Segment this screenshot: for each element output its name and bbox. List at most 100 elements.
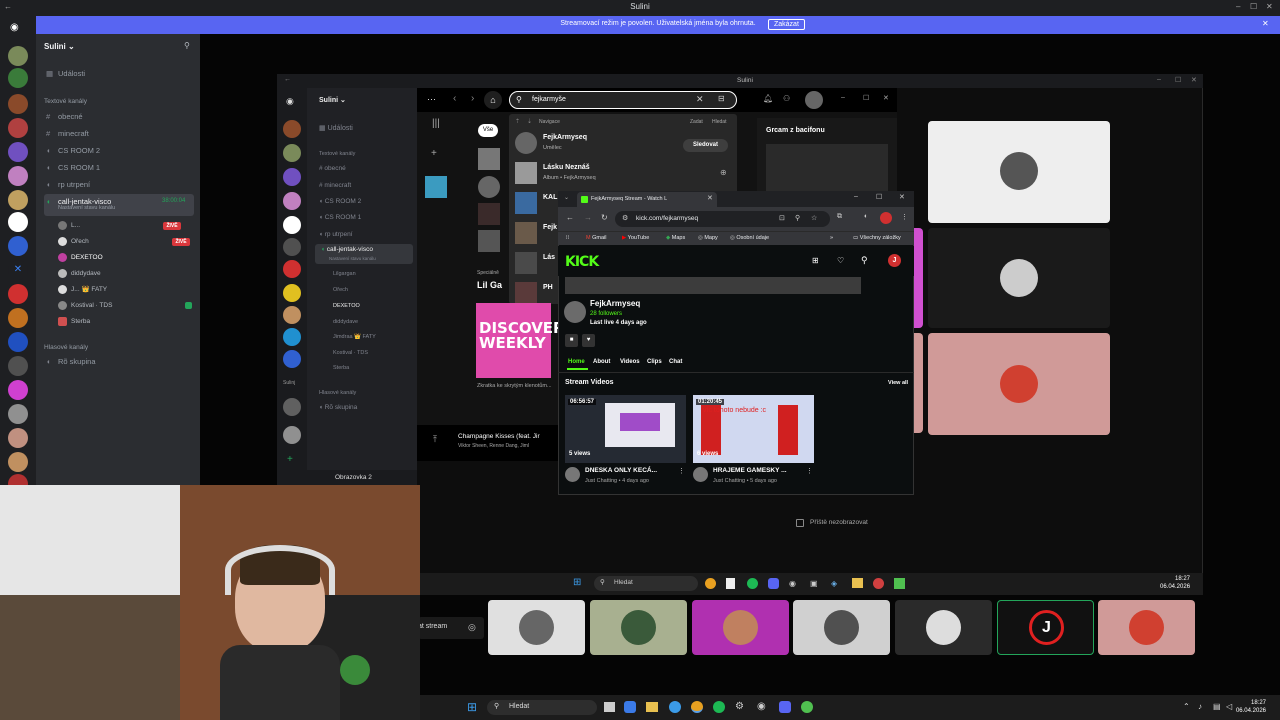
taskbar-search[interactable]: ⚲ Hledat (487, 700, 597, 715)
voice-user[interactable]: L... (58, 221, 80, 230)
collapse-icon[interactable]: ⤒ (433, 434, 437, 445)
card-thumb[interactable] (478, 148, 500, 170)
bell-icon[interactable]: 🔔︎ (763, 94, 773, 103)
add-server-icon[interactable]: + (287, 454, 293, 465)
more-icon[interactable]: ⋯ (427, 94, 436, 105)
back-arrow-icon[interactable]: ← (4, 2, 12, 11)
voice-user[interactable]: Sterba (58, 317, 90, 326)
chip-all[interactable]: Vše (478, 124, 498, 137)
server-icon[interactable] (283, 306, 301, 324)
view-all-link[interactable]: View all (888, 380, 908, 386)
spotify-search-input[interactable]: ⚲ fejkarmyše ✕ ⊟ (509, 91, 737, 109)
kick-logo[interactable]: KICK (565, 254, 599, 270)
participant-tile[interactable] (692, 600, 789, 655)
maximize-icon[interactable]: ☐ (876, 193, 882, 201)
forward-icon[interactable]: › (471, 93, 474, 104)
nested-channel[interactable]: ◖ rp utrpení (319, 231, 353, 238)
task-view-icon[interactable] (604, 702, 615, 712)
inner-search[interactable]: ⚲ Hledat (594, 576, 698, 591)
screen-share-bar[interactable]: Obrazovka 2 (307, 470, 417, 486)
voice-user[interactable]: Ořech (58, 237, 89, 246)
back-arrow-icon[interactable]: ← (284, 76, 291, 83)
participant-tile[interactable] (928, 228, 1110, 328)
arrow-up-icon[interactable]: ⇡ (515, 118, 520, 125)
server-icon[interactable] (283, 192, 301, 210)
text-channels-header[interactable]: Textové kanály (44, 98, 87, 105)
video-menu-icon[interactable]: ⋮ (678, 467, 685, 475)
server-icon[interactable] (8, 166, 28, 186)
steam-icon[interactable]: ◈ (831, 579, 837, 588)
clock-time[interactable]: 18:27 (1232, 700, 1266, 707)
channel-minecraft[interactable]: # minecraft (44, 126, 194, 141)
edge-icon[interactable] (669, 701, 681, 713)
nested-channel[interactable]: ◖ CS ROOM 1 (319, 214, 361, 221)
nested-voice-header[interactable]: Hlasové kanály (319, 390, 356, 396)
server-icon[interactable] (283, 398, 301, 416)
kick-tab-home[interactable]: Home (568, 359, 585, 365)
apps-icon[interactable]: ⁞⁞ (566, 235, 569, 241)
back-icon[interactable]: ‹ (453, 93, 456, 104)
video-channel-avatar[interactable] (565, 467, 580, 482)
reload-icon[interactable]: ↻ (601, 213, 608, 222)
kick-tab-videos[interactable]: Videos (620, 359, 640, 365)
bookmark-maps[interactable]: ◆ Maps (666, 235, 685, 241)
close-icon[interactable]: ✕ (1266, 2, 1273, 11)
server-icon[interactable] (283, 238, 301, 256)
channel-rp-utrpeni[interactable]: ◖ rp utrpení (44, 177, 194, 192)
clock-date[interactable]: 06.04.2026 (1232, 708, 1266, 715)
all-bookmarks[interactable]: ▭ Všechny záložky (853, 235, 901, 241)
settings-icon[interactable]: ⚙ (735, 701, 744, 712)
profile-avatar[interactable] (880, 212, 892, 224)
nested-events[interactable]: ▦ Události (319, 124, 353, 132)
card-thumb[interactable] (478, 230, 500, 252)
now-playing-title[interactable]: Champagne Kisses (feat. Jir (458, 433, 540, 440)
app-icon[interactable] (894, 578, 905, 589)
server-icon[interactable] (283, 168, 301, 186)
friends-icon[interactable]: ⚇ (783, 94, 790, 103)
events-item[interactable]: ▦ Události (44, 66, 194, 81)
chrome-icon[interactable] (705, 578, 716, 589)
account-icon[interactable]: ◐ (864, 213, 868, 220)
stream-button[interactable]: at stream ◎ (418, 617, 484, 639)
app-icon[interactable] (873, 578, 884, 589)
network-icon[interactable]: ▤ (1213, 702, 1221, 711)
server-icon[interactable] (283, 120, 301, 138)
now-playing-artist[interactable]: Viktor Sheen, Renne Dang, Jiml (458, 443, 529, 449)
discord-icon[interactable] (779, 701, 791, 713)
card-thumb[interactable] (478, 176, 500, 198)
kick-tab-clips[interactable]: Clips (647, 359, 662, 365)
server-icon[interactable] (283, 350, 301, 368)
folder-icon[interactable] (646, 702, 658, 712)
bookmark-star-icon[interactable]: ☆ (811, 214, 817, 222)
server-icon[interactable] (8, 142, 28, 162)
app-icon[interactable]: ▣ (810, 579, 818, 588)
server-icon[interactable] (8, 428, 28, 448)
file-icon[interactable] (726, 578, 735, 589)
windows-start-icon[interactable]: ⊞ (573, 577, 581, 588)
nested-user[interactable]: Jimdraa 👑 FATY (333, 334, 376, 340)
minimize-icon[interactable]: – (1236, 2, 1240, 11)
tab-search-icon[interactable]: ⌄ (564, 194, 569, 201)
library-item-thumb[interactable] (425, 176, 447, 198)
participant-tile-speaking[interactable]: J (997, 600, 1094, 655)
lil-ga-label[interactable]: Lil Ga (477, 280, 502, 290)
server-icon[interactable] (8, 308, 28, 328)
server-icon[interactable] (8, 118, 28, 138)
server-icon[interactable] (283, 216, 301, 234)
participant-tile[interactable] (895, 600, 992, 655)
channel-status[interactable]: Nastavení stavu kanálu (58, 201, 115, 216)
maximize-icon[interactable]: ☐ (863, 94, 869, 102)
spotify-icon[interactable] (713, 701, 725, 713)
tray-chevron-icon[interactable]: ⌃ (1183, 702, 1190, 711)
nested-user[interactable]: DEXETOO (333, 303, 360, 309)
gift-sub-icon[interactable]: ■ (565, 334, 578, 347)
browse-icon[interactable]: ⊟ (718, 94, 725, 103)
extensions-icon[interactable]: ⧉ (837, 213, 842, 221)
nested-user[interactable]: Lilgargan (333, 271, 356, 277)
nested-channel[interactable]: ◖ Rõ skupina (319, 404, 357, 411)
server-icon[interactable] (283, 260, 301, 278)
nested-user[interactable]: diddydave (333, 319, 358, 325)
chrome-tab-active[interactable]: FejkArmyseq Stream - Watch L ✕ (577, 192, 717, 207)
maximize-icon[interactable]: ☐ (1250, 2, 1257, 11)
profile-avatar[interactable] (805, 91, 823, 109)
